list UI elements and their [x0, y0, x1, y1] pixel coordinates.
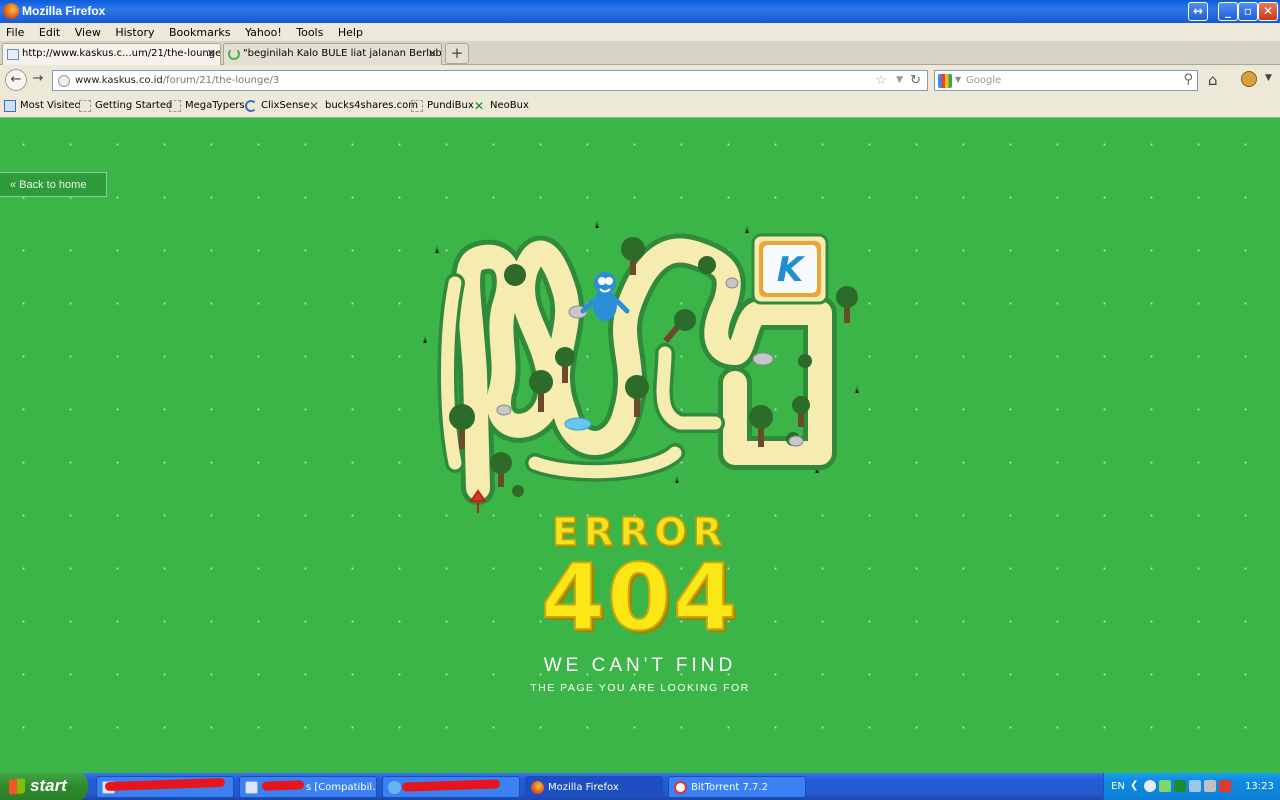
taskbar-item-firefox[interactable]: Mozilla Firefox — [525, 776, 663, 798]
tray-antivirus-icon[interactable] — [1219, 780, 1231, 792]
taskbar-item-2[interactable]: s [Compatibil... — [239, 776, 377, 798]
home-icon[interactable]: ⌂ — [1208, 71, 1218, 89]
error-code: 404 — [540, 544, 740, 651]
menu-history[interactable]: History — [109, 23, 159, 39]
bookmark-bucks4shares[interactable]: ✕ bucks4shares.com — [309, 99, 418, 113]
document-icon — [245, 781, 258, 794]
reload-icon[interactable]: ↻ — [910, 73, 921, 88]
page-content: « Back to home K ERROR 404 WE CAN'T FIND… — [0, 118, 1280, 773]
most-visited-icon — [4, 100, 16, 112]
bookmark-megatypers[interactable]: MegaTypers — [169, 100, 245, 112]
menu-file[interactable]: File — [0, 23, 29, 39]
tab-label: http://www.kaskus.c...um/21/the-lounge/3 — [22, 48, 221, 59]
firefox-logo-icon — [3, 3, 19, 19]
tray-volume-icon[interactable] — [1204, 780, 1216, 792]
bookmark-neobux[interactable]: ✕ NeoBux — [474, 99, 529, 113]
maximize-button[interactable]: ▫ — [1238, 2, 1258, 21]
url-bar[interactable]: www.kaskus.co.id/forum/21/the-lounge/3 ☆… — [52, 70, 928, 91]
search-bar[interactable]: ▼ Google ⚲ — [934, 70, 1198, 91]
tab-label: "beginilah Kalo BULE liat jalanan Berlub… — [243, 48, 442, 59]
loading-spinner-icon — [228, 48, 240, 60]
firefox-icon — [531, 781, 544, 794]
bookmark-clixsense[interactable]: ClixSense — [245, 100, 310, 112]
language-indicator[interactable]: EN — [1111, 781, 1125, 792]
tray-network-icon[interactable] — [1159, 780, 1171, 792]
menu-yahoo[interactable]: Yahoo! — [239, 23, 287, 39]
title-bar: Mozilla Firefox ↔ _ ▫ ✕ — [0, 0, 1280, 23]
menu-view[interactable]: View — [69, 23, 106, 39]
page-icon — [411, 100, 423, 112]
menu-help[interactable]: Help — [332, 23, 368, 39]
menu-edit[interactable]: Edit — [33, 23, 65, 39]
clock: 13:23 — [1245, 781, 1274, 792]
google-icon[interactable] — [938, 74, 952, 88]
minimize-button[interactable]: _ — [1218, 2, 1238, 21]
windows-logo-icon — [9, 778, 25, 795]
url-dropdown-icon[interactable]: ▼ — [896, 75, 903, 85]
page-icon — [7, 49, 19, 60]
page-icon — [79, 100, 91, 112]
menu-tools[interactable]: Tools — [290, 23, 328, 39]
tray-expand-icon[interactable]: ❮ — [1130, 780, 1138, 792]
svg-text:K: K — [777, 250, 806, 290]
window-title: Mozilla Firefox — [22, 4, 106, 18]
tab-bule[interactable]: "beginilah Kalo BULE liat jalanan Berlub… — [223, 43, 442, 65]
error-message-line-1: WE CAN'T FIND — [543, 655, 737, 676]
redaction-mark — [261, 780, 305, 791]
tray-connection-icon[interactable] — [1189, 780, 1201, 792]
search-icon[interactable]: ⚲ — [1183, 72, 1193, 87]
new-tab-button[interactable]: + — [445, 43, 469, 64]
search-engine-dropdown-icon[interactable]: ▼ — [955, 75, 961, 84]
bookmark-star-icon[interactable]: ☆ — [875, 73, 887, 88]
tab-kaskus[interactable]: http://www.kaskus.c...um/21/the-lounge/3… — [2, 43, 221, 65]
navigation-bar: ← → www.kaskus.co.id/forum/21/the-lounge… — [0, 65, 1280, 96]
forward-button[interactable]: → — [29, 69, 47, 91]
addon-monkey-icon[interactable] — [1241, 71, 1257, 87]
tray-security-icon[interactable] — [1174, 780, 1186, 792]
error-message-line-2: THE PAGE YOU ARE LOOKING FOR — [530, 682, 750, 694]
x-icon: ✕ — [309, 99, 320, 113]
ie-icon — [388, 781, 401, 794]
kaskus-logo: K — [751, 233, 829, 305]
tray-app-icon[interactable] — [1144, 780, 1156, 792]
bookmark-getting-started[interactable]: Getting Started — [79, 100, 172, 112]
menu-bar: File Edit View History Bookmarks Yahoo! … — [0, 23, 1280, 41]
resize-icon[interactable]: ↔ — [1188, 2, 1208, 21]
close-tab-icon[interactable]: ✕ — [207, 47, 216, 60]
bittorrent-icon — [674, 781, 687, 794]
close-button[interactable]: ✕ — [1258, 2, 1278, 21]
clixsense-icon — [245, 100, 257, 112]
menu-bookmarks[interactable]: Bookmarks — [163, 23, 235, 39]
bookmark-most-visited[interactable]: Most Visited — [4, 100, 81, 112]
close-tab-icon[interactable]: ✕ — [428, 47, 437, 60]
url-text: www.kaskus.co.id/forum/21/the-lounge/3 — [75, 75, 280, 86]
start-button[interactable]: start — [0, 773, 88, 800]
globe-icon — [58, 75, 70, 87]
bookmarks-bar: Most Visited Getting Started MegaTypers … — [0, 96, 1280, 118]
page-icon — [169, 100, 181, 112]
tab-strip: http://www.kaskus.c...um/21/the-lounge/3… — [0, 41, 1280, 65]
search-placeholder: Google — [966, 75, 1002, 86]
back-button[interactable]: ← — [5, 69, 27, 91]
maze-illustration: K — [422, 220, 860, 513]
taskbar: start s [Compatibil... Mozilla Firefox B… — [0, 773, 1280, 800]
bookmark-pundibux[interactable]: PundiBux — [411, 100, 474, 112]
addon-dropdown-icon[interactable]: ▼ — [1265, 73, 1272, 83]
taskbar-item-bittorrent[interactable]: BitTorrent 7.7.2 — [668, 776, 806, 798]
neobux-icon: ✕ — [474, 99, 485, 113]
back-to-home-link[interactable]: « Back to home — [0, 172, 107, 197]
system-tray: EN ❮ 13:23 — [1103, 773, 1280, 800]
